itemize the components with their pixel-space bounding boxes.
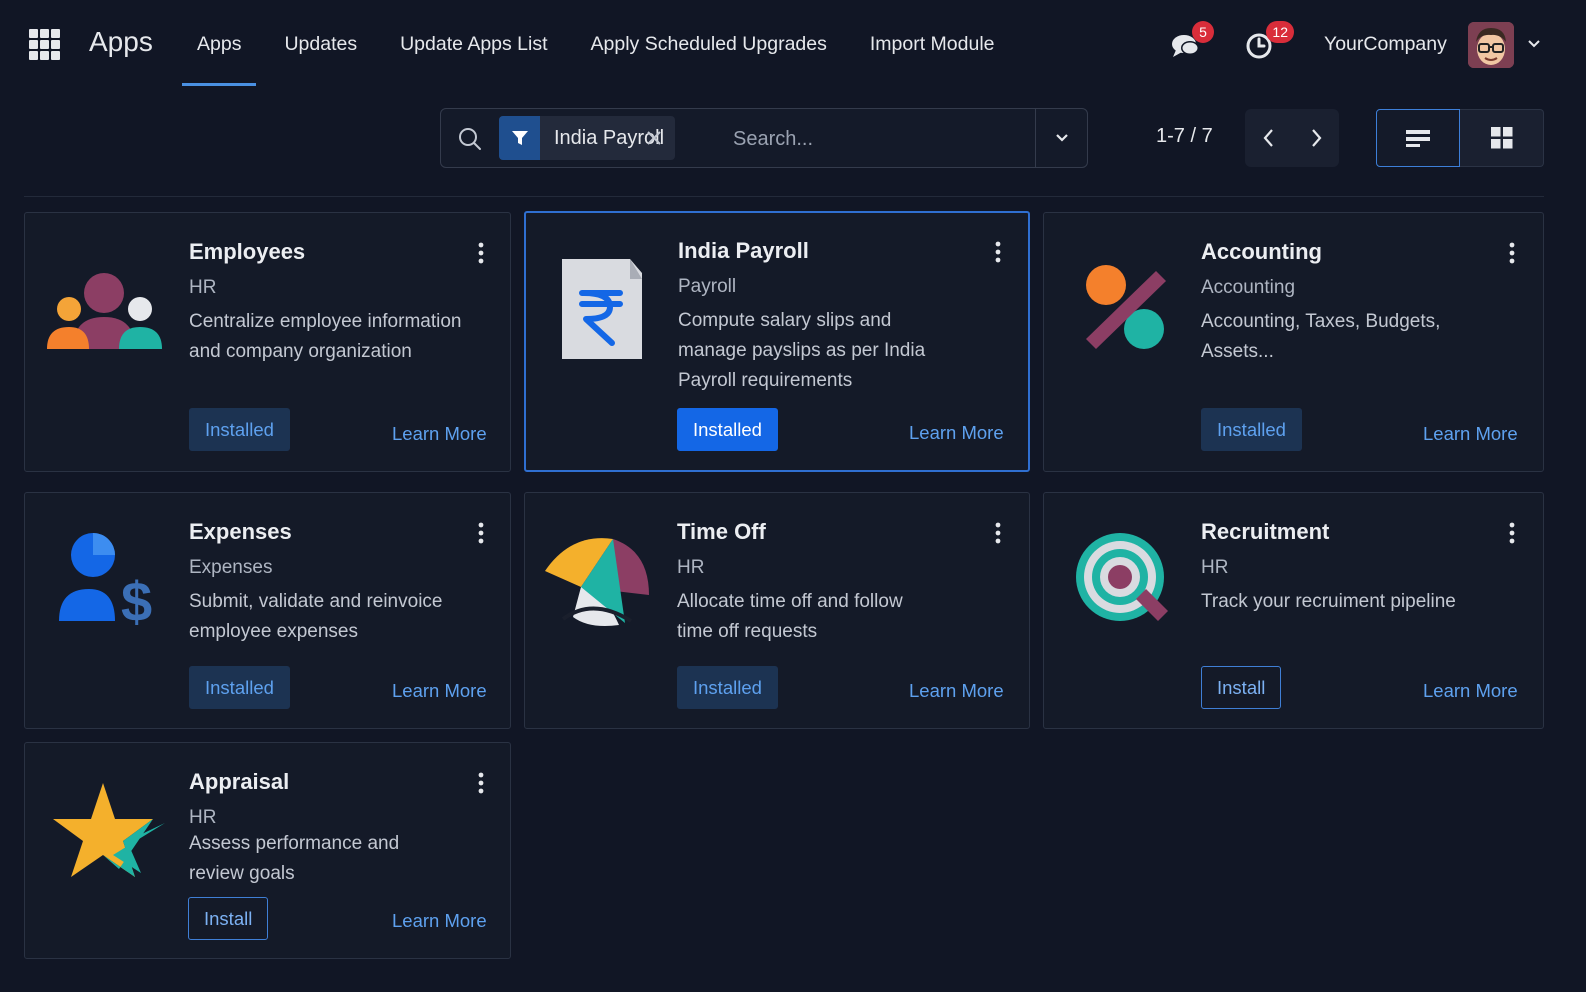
app-title: Appraisal [189,769,290,794]
installed-button[interactable]: Installed [677,408,778,451]
pager-value[interactable]: 1-7 / 7 [1156,125,1213,148]
installed-button[interactable]: Installed [677,666,778,709]
app-description: Compute salary slips and manage payslips… [678,310,926,391]
app-title: Recruitment [1201,519,1330,544]
more-vertical-icon[interactable] [988,240,1008,264]
app-title: Accounting [1201,239,1322,264]
top-menu: Apps Updates Update Apps List Apply Sche… [182,0,1023,86]
more-vertical-icon[interactable] [471,241,491,265]
app-card-time-off[interactable]: Time Off HR Allocate time off and follow… [524,492,1030,729]
install-button[interactable]: Install [188,897,269,940]
kanban-view-icon [1490,127,1512,149]
rupee-document-icon [562,259,642,359]
menu-item-import-module[interactable]: Import Module [855,0,1010,86]
chevron-right-icon [1311,129,1321,147]
learn-more-link[interactable]: Learn More [1423,680,1518,702]
installed-button[interactable]: Installed [1201,408,1302,451]
app-card-expenses[interactable]: $ Expenses Expenses Submit, validate and… [24,492,511,729]
app-category: Payroll [678,276,737,297]
top-navbar: Apps Apps Updates Update Apps List Apply… [0,0,1586,86]
menu-item-updates[interactable]: Updates [269,0,372,86]
app-card-appraisal[interactable]: Appraisal HR Assess performance and revi… [24,742,511,959]
more-vertical-icon[interactable] [471,521,491,545]
search-input[interactable] [733,121,1033,157]
search-facet: India Payroll [499,116,675,160]
view-switcher [1376,109,1544,167]
activities-button[interactable]: 12 [1242,21,1294,63]
app-title: Time Off [677,519,766,544]
activities-badge: 12 [1266,21,1294,43]
learn-more-link[interactable]: Learn More [909,680,1004,702]
install-button[interactable]: Install [1201,666,1282,709]
employees-icon [47,273,162,349]
app-description: Assess performance and review goals [189,833,400,884]
list-view-button[interactable] [1376,109,1460,167]
expenses-icon: $ [59,533,152,633]
app-title: India Payroll [678,238,809,263]
more-vertical-icon[interactable] [988,521,1008,545]
app-category: HR [1201,557,1229,578]
app-category: HR [189,807,217,828]
more-vertical-icon[interactable] [1502,241,1522,265]
user-avatar[interactable] [1468,22,1514,68]
magnifier-icon [1076,533,1168,621]
app-card-india-payroll[interactable]: India Payroll Payroll Compute salary sli… [524,211,1030,472]
list-view-icon [1406,130,1430,147]
kanban-view-button[interactable] [1460,109,1544,167]
star-icon [53,783,165,877]
search-icon[interactable] [457,126,483,152]
chevron-down-icon[interactable] [1526,36,1542,52]
pager-previous-button[interactable] [1245,109,1292,167]
menu-item-apps[interactable]: Apps [182,0,257,86]
more-vertical-icon[interactable] [1502,521,1522,545]
installed-button[interactable]: Installed [189,666,290,709]
app-card-accounting[interactable]: Accounting Accounting Accounting, Taxes,… [1043,212,1544,472]
installed-button[interactable]: Installed [189,408,290,451]
app-title: Expenses [189,519,292,544]
app-category: Expenses [189,557,273,578]
app-card-employees[interactable]: Employees HR Centralize employee informa… [24,212,511,472]
learn-more-link[interactable]: Learn More [392,910,487,932]
learn-more-link[interactable]: Learn More [1423,423,1518,445]
app-title: Employees [189,239,306,264]
header-divider [24,196,1544,197]
app-description: Track your recruiment pipeline [1201,591,1456,612]
chevron-down-icon [1055,134,1068,142]
app-brand[interactable]: Apps [89,26,153,58]
app-category: HR [677,557,705,578]
umbrella-icon [545,538,649,626]
app-category: Accounting [1201,277,1296,298]
messages-badge: 5 [1192,21,1214,43]
menu-item-update-apps-list[interactable]: Update Apps List [385,0,562,86]
search-bar: India Payroll [440,108,1088,168]
filter-icon [499,116,540,160]
app-description: Accounting, Taxes, Budgets, Assets... [1201,311,1441,362]
svg-text:$: $ [121,570,152,633]
learn-more-link[interactable]: Learn More [392,680,487,702]
app-category: HR [189,277,217,298]
search-options-toggle[interactable] [1035,109,1087,167]
company-switcher[interactable]: YourCompany [1324,33,1447,56]
accounting-icon [1086,265,1166,349]
chevron-left-icon [1263,129,1273,147]
app-description: Submit, validate and reinvoice employee … [189,591,443,642]
avatar-face-icon [1468,22,1514,68]
app-switcher-icon[interactable] [29,29,60,60]
app-card-recruitment[interactable]: Recruitment HR Track your recruiment pip… [1043,492,1544,729]
menu-item-apply-scheduled-upgrades[interactable]: Apply Scheduled Upgrades [576,0,842,86]
app-description: Allocate time off and follow time off re… [677,591,903,642]
app-description: Centralize employee information and comp… [189,311,462,362]
more-vertical-icon[interactable] [471,771,491,795]
learn-more-link[interactable]: Learn More [909,422,1004,444]
pager-next-button[interactable] [1292,109,1339,167]
pager-buttons [1245,109,1339,167]
messages-button[interactable]: 5 [1168,21,1214,63]
close-icon[interactable] [643,127,665,149]
learn-more-link[interactable]: Learn More [392,423,487,445]
